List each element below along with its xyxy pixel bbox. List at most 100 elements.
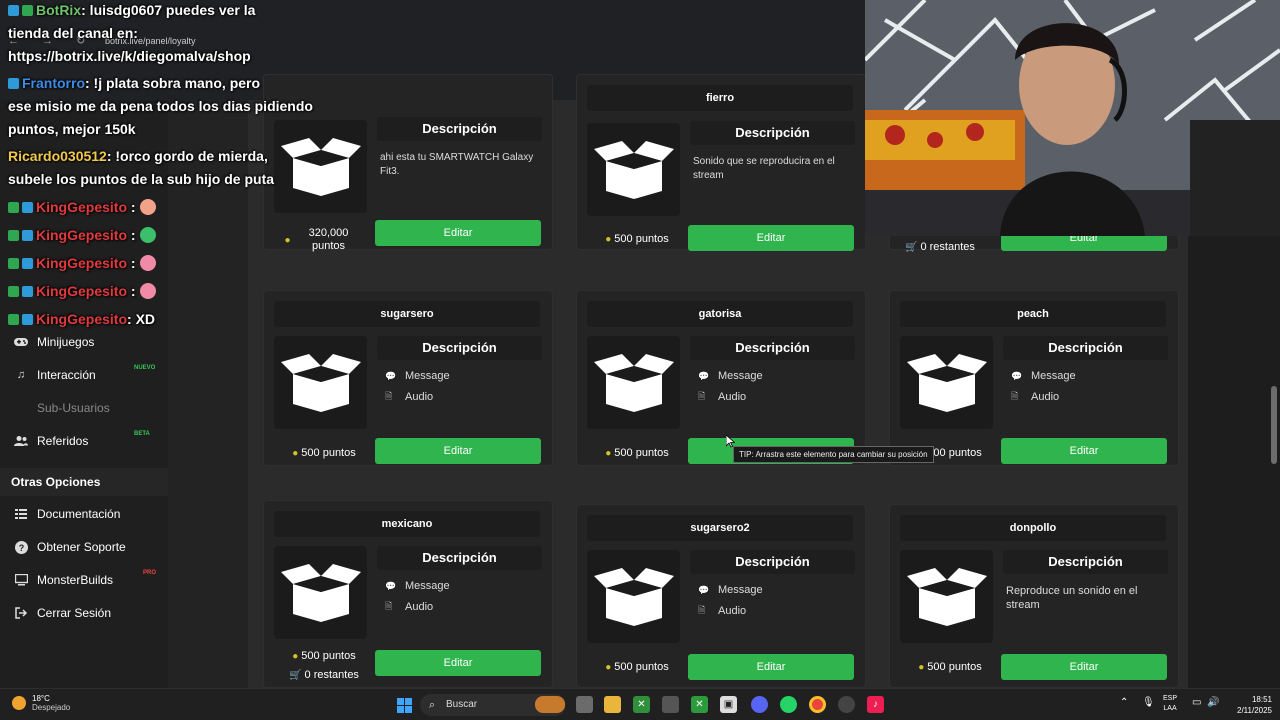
page-scrollbar[interactable] [1271, 386, 1277, 464]
reward-card[interactable]: sugarsero2 Descripción 💬 Message 🗎 Audio ●… [576, 504, 866, 688]
comment-icon: 💬 [698, 584, 710, 595]
description-text: Sonido que se reproducira en el stream [693, 156, 835, 181]
obs-icon[interactable] [838, 696, 855, 713]
reward-card[interactable]: fierro Descripción Sonido que se reprodu… [576, 74, 866, 251]
weather-condition: Despejado [32, 703, 71, 712]
option-audio: 🗎 Audio [698, 605, 747, 617]
reward-image [587, 336, 680, 429]
description-title: Descripción [690, 336, 855, 360]
search-icon: ⌕ [429, 699, 436, 711]
clock[interactable]: 18:51 2/11/2025 [1228, 694, 1272, 716]
option-message: 💬 Message [698, 370, 763, 382]
sidebar-item-monsterbuilds[interactable]: MonsterBuilds PRO [0, 568, 168, 592]
edit-button[interactable]: Editar [688, 225, 854, 251]
store-icon[interactable] [662, 696, 679, 713]
mouse-cursor-icon [726, 435, 735, 448]
edit-button[interactable]: Editar [688, 654, 854, 680]
coin-icon: ● [605, 447, 612, 459]
description-text: ahi esta tu SMARTWATCH Galaxy Fit3. [380, 152, 534, 177]
sidebar-item-sub-usuarios[interactable]: Sub-Usuarios [0, 396, 168, 420]
option-audio: 🗎 Audio [1011, 391, 1060, 403]
reward-title: peach [900, 301, 1166, 327]
edit-button[interactable]: Editar [1001, 654, 1167, 680]
tiktok-icon[interactable]: ♪ [867, 696, 884, 713]
volume-icon[interactable]: 🔊 [1207, 698, 1219, 708]
chat-line: puntos, mejor 150k [8, 121, 136, 137]
reward-image [274, 120, 367, 213]
drag-tip-tooltip: TIP: Arrastra este elemento para cambiar… [733, 446, 934, 463]
description-title: Descripción [690, 550, 855, 574]
file-audio-icon: 🗎 [385, 601, 393, 611]
cart-icon: 🛒 [289, 669, 302, 681]
coin-icon: ● [292, 447, 299, 459]
reward-title: donpollo [900, 515, 1166, 541]
webcam-feed-image [865, 0, 1280, 236]
file-explorer-icon[interactable] [604, 696, 621, 713]
language-indicator[interactable]: ESP LAA [1163, 694, 1177, 714]
right-margin [1188, 236, 1280, 688]
search-highlight-icon[interactable] [535, 696, 565, 713]
points-label: ●500 puntos [605, 447, 669, 459]
chat-line: BotRix: luisdg0607 puedes ver la [8, 2, 255, 18]
box-icon [280, 563, 361, 622]
edit-button[interactable]: Editar [375, 438, 541, 464]
edit-button[interactable]: Editar [1001, 438, 1167, 464]
network-icon[interactable]: ▭ [1192, 698, 1201, 708]
file-audio-icon: 🗎 [698, 605, 706, 615]
reward-title: mexicano [274, 511, 540, 537]
monitor-icon [14, 573, 28, 587]
music-note-icon: ♫ [16, 369, 26, 381]
description-title: Descripción [1003, 550, 1168, 574]
points-label: ●500 puntos [292, 447, 356, 459]
description-box: Descripción ahi esta tu SMARTWATCH Galax… [377, 117, 542, 215]
description-box: Descripción 💬 Message 🗎 Audio [377, 546, 542, 641]
sidebar-item-minijuegos[interactable]: Minijuegos [0, 330, 168, 354]
weather-widget[interactable]: 18°C Despejado [12, 694, 70, 712]
reward-title: sugarsero [274, 301, 540, 327]
minecraft-icon[interactable]: ✕ [691, 696, 708, 713]
task-view-icon[interactable] [576, 696, 593, 713]
reward-card[interactable]: gatorisa Descripción 💬 Message 🗎 Audio ● 50… [576, 290, 866, 466]
reward-image [587, 123, 680, 216]
chat-line: KingGepesito : [8, 227, 156, 243]
option-audio: 🗎 Audio [385, 391, 434, 403]
weather-moon-icon [12, 696, 26, 710]
sidebar-item-soporte[interactable]: ? Obtener Soporte [0, 535, 168, 559]
sidebar-item-cerrar-sesion[interactable]: Cerrar Sesión [0, 601, 168, 625]
coin-icon: ● [284, 234, 291, 246]
emote-icon [139, 227, 156, 243]
description-box: Descripción 💬 Message 🗎 Audio [1003, 336, 1168, 431]
windows-start-icon[interactable] [397, 698, 412, 713]
description-box: Descripción 💬 Message 🗎 Audio [377, 336, 542, 431]
screen: ← → ↻ botrix.live/panel/loyalty Minijueg… [0, 0, 1280, 720]
sub-badge-icon [8, 314, 19, 325]
reward-card[interactable]: sugarsero Descripción 💬 Message 🗎 Audio ● 5… [263, 290, 553, 466]
reward-card[interactable]: peach Descripción 💬Message 🗎Audio ●500 p… [889, 290, 1179, 466]
reward-card[interactable]: mexicano Descripción 💬 Message 🗎 Audio ● 50… [263, 500, 553, 688]
tray-expand-icon[interactable]: ⌃ [1120, 698, 1128, 708]
chat-line: Frantorro: !j plata sobra mano, pero [8, 75, 260, 91]
gift-badge-icon [22, 202, 33, 213]
discord-icon[interactable] [751, 696, 768, 713]
new-badge: NUEVO [134, 365, 156, 371]
sub-badge-icon [8, 202, 19, 213]
webcam-overlay [865, 0, 1280, 236]
sidebar-item-interaccion[interactable]: ♫ Interacción NUEVO [0, 363, 168, 387]
sidebar: Minijuegos ♫ Interacción NUEVO Sub-Usuar… [0, 100, 168, 688]
points-label: ● 320,000 puntos [284, 227, 349, 252]
reward-card[interactable]: donpollo Descripción Reproduce un sonido… [889, 504, 1179, 688]
microphone-icon[interactable]: 🎙 [1142, 698, 1155, 708]
reward-image [900, 550, 993, 643]
sidebar-item-label: Sub-Usuarios [37, 401, 110, 415]
reward-image [274, 546, 367, 639]
gamepad-icon [14, 335, 28, 349]
sidebar-item-referidos[interactable]: Referidos BETA [0, 429, 168, 453]
sidebar-item-documentacion[interactable]: Documentación [0, 502, 168, 526]
whatsapp-icon[interactable] [780, 696, 797, 713]
chrome-icon[interactable] [809, 696, 826, 713]
edit-button[interactable]: Editar [375, 220, 541, 246]
xbox-icon[interactable]: ✕ [633, 696, 650, 713]
gift-badge-icon [22, 286, 33, 297]
app-icon[interactable]: ▣ [720, 696, 737, 713]
edit-button[interactable]: Editar [375, 650, 541, 676]
